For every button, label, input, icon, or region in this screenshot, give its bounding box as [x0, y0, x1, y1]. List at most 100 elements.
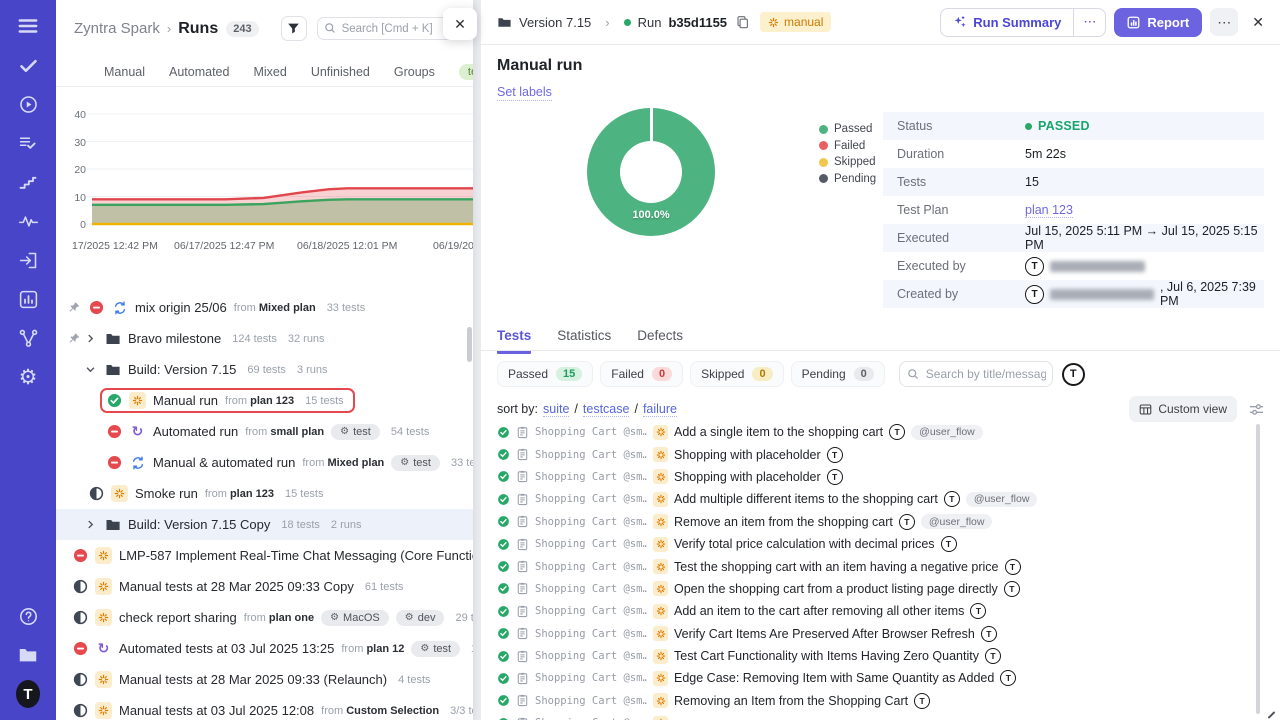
- breadcrumb-version[interactable]: Version 7.15: [519, 15, 591, 30]
- test-row[interactable]: Shopping Cart @sm…Remove an item from th…: [497, 511, 1262, 533]
- chevron-right-icon[interactable]: [85, 519, 96, 530]
- run-group-toggle[interactable]: [82, 364, 98, 375]
- run-list-item[interactable]: Build: Version 7.1569 tests3 runs: [56, 354, 473, 385]
- tests-scrollbar[interactable]: [1256, 424, 1260, 714]
- test-row[interactable]: Shopping Cart @sm…Add an item to the car…: [497, 600, 1262, 622]
- run-plan-name[interactable]: small plan: [270, 426, 324, 438]
- test-row[interactable]: Shopping Cart @sm…Edge Case: Removing It…: [497, 667, 1262, 689]
- tests-search-input[interactable]: [899, 361, 1053, 387]
- status-value: PASSED: [1038, 119, 1090, 133]
- run-summary-button[interactable]: Run Summary: [941, 9, 1073, 36]
- run-group-toggle[interactable]: [82, 519, 98, 530]
- filter-button[interactable]: [281, 16, 307, 41]
- assignee-avatar: T: [981, 626, 997, 642]
- runs-scrollbar[interactable]: [467, 327, 472, 362]
- runs-tab-groups[interactable]: Groups: [394, 65, 435, 79]
- test-plan-link[interactable]: plan 123: [1025, 203, 1073, 218]
- run-list-item[interactable]: Manual tests at 28 Mar 2025 09:33 Copy61…: [56, 571, 473, 602]
- plans-icon[interactable]: [16, 131, 40, 155]
- run-list-item[interactable]: mix origin 25/06from Mixed plan33 tests: [56, 292, 473, 323]
- runs-icon[interactable]: [16, 92, 40, 116]
- run-plan-name[interactable]: plan one: [269, 612, 314, 624]
- analytics-pulse-icon[interactable]: [16, 209, 40, 233]
- run-list-item[interactable]: check report sharingfrom plan one⚙MacOS⚙…: [56, 602, 473, 633]
- chevron-right-icon[interactable]: [85, 333, 96, 344]
- run-plan-name[interactable]: plan 123: [250, 395, 294, 407]
- run-list-item[interactable]: ↻Automated tests at 03 Jul 2025 13:25fro…: [56, 633, 473, 664]
- filter-chip-pending[interactable]: Pending0: [791, 361, 885, 387]
- run-list-item[interactable]: Smoke runfrom plan 12315 tests: [56, 478, 473, 509]
- manual-run-icon: [95, 671, 112, 688]
- filter-chip-failed[interactable]: Failed0: [600, 361, 683, 387]
- sort-link-suite[interactable]: suite: [543, 402, 569, 417]
- custom-view-button[interactable]: Custom view: [1129, 396, 1237, 422]
- sort-link-testcase[interactable]: testcase: [583, 402, 630, 417]
- test-row[interactable]: Shopping Cart @sm…Verify total price cal…: [497, 533, 1262, 555]
- close-panel-button[interactable]: ✕: [443, 8, 477, 40]
- tests-icon[interactable]: [16, 53, 40, 77]
- test-row[interactable]: Shopping Cart @sm…Add a single item to t…: [497, 421, 1262, 443]
- help-icon[interactable]: [16, 604, 40, 628]
- runs-tab-manual[interactable]: Manual: [104, 65, 145, 79]
- run-summary-more-button[interactable]: ⋯: [1073, 9, 1105, 36]
- run-plan-name[interactable]: plan 123: [230, 488, 274, 500]
- assignee-filter-avatar[interactable]: T: [1062, 363, 1085, 386]
- run-plan-name[interactable]: Mixed plan: [259, 302, 316, 314]
- view-settings-icon[interactable]: [1249, 402, 1264, 417]
- run-list-item[interactable]: Manual & automated runfrom Mixed plan⚙te…: [56, 447, 473, 478]
- run-list-item[interactable]: Bravo milestone124 tests32 runs: [56, 323, 473, 354]
- run-list-item[interactable]: ↻Automated runfrom small plan⚙test54 tes…: [56, 416, 473, 447]
- set-labels-link[interactable]: Set labels: [497, 85, 552, 101]
- test-row[interactable]: Shopping Cart @sm…: [497, 712, 1262, 720]
- run-list-item[interactable]: Manual tests at 03 Jul 2025 12:08from Cu…: [56, 695, 473, 720]
- menu-icon[interactable]: [16, 14, 40, 38]
- report-button[interactable]: Report: [1114, 8, 1202, 37]
- test-row[interactable]: Shopping Cart @sm…Open the shopping cart…: [497, 578, 1262, 600]
- branches-icon[interactable]: [16, 326, 40, 350]
- test-row[interactable]: Shopping Cart @sm…Test Cart Functionalit…: [497, 645, 1262, 667]
- test-row[interactable]: Shopping Cart @sm…Verify Cart Items Are …: [497, 623, 1262, 645]
- run-summary-label: Run Summary: [973, 15, 1061, 30]
- projects-folder-icon[interactable]: [16, 643, 40, 667]
- close-detail-button[interactable]: ✕: [1252, 14, 1264, 31]
- manual-hand-icon: [768, 17, 779, 28]
- runs-tab-unfinished[interactable]: Unfinished: [311, 65, 370, 79]
- run-plan-name[interactable]: Custom Selection: [346, 705, 439, 717]
- search-icon: [907, 368, 919, 380]
- manual-run-icon: [653, 447, 668, 462]
- resize-corner[interactable]: [1268, 711, 1276, 719]
- status-in-progress-icon: [73, 703, 88, 718]
- account-avatar[interactable]: T: [16, 682, 40, 706]
- info-value: 15: [1025, 175, 1039, 189]
- sort-link-failure[interactable]: failure: [643, 402, 677, 417]
- runs-tab-mixed[interactable]: Mixed: [253, 65, 286, 79]
- run-plan-name[interactable]: plan 12: [366, 643, 404, 655]
- run-plan-name[interactable]: Mixed plan: [327, 457, 384, 469]
- run-group-toggle[interactable]: [82, 333, 98, 344]
- more-actions-button[interactable]: ⋯: [1210, 8, 1238, 36]
- milestones-icon[interactable]: [16, 170, 40, 194]
- test-row[interactable]: Shopping Cart @sm…Removing an Item from …: [497, 690, 1262, 712]
- testcase-clipboard-icon: [516, 650, 529, 663]
- tabs-divider: [481, 350, 1280, 351]
- filter-chip-skipped[interactable]: Skipped0: [690, 361, 784, 387]
- run-list-item[interactable]: Manual tests at 28 Mar 2025 09:33 (Relau…: [56, 664, 473, 695]
- test-row[interactable]: Shopping Cart @sm…Shopping with placehol…: [497, 443, 1262, 465]
- test-row[interactable]: Shopping Cart @sm…Test the shopping cart…: [497, 555, 1262, 577]
- import-icon[interactable]: [16, 248, 40, 272]
- test-row[interactable]: Shopping Cart @sm…Shopping with placehol…: [497, 466, 1262, 488]
- filter-chip-passed[interactable]: Passed15: [497, 361, 593, 387]
- settings-gear-icon[interactable]: ⚙: [16, 365, 40, 389]
- run-list-item[interactable]: Build: Version 7.15 Copy18 tests2 runs: [56, 509, 473, 540]
- copy-run-id-button[interactable]: [736, 15, 749, 29]
- run-list-item[interactable]: LMP-587 Implement Real-Time Chat Messagi…: [56, 540, 473, 571]
- runs-tab-automated[interactable]: Automated: [169, 65, 229, 79]
- run-list-item[interactable]: Manual runfrom plan 12315 tests: [56, 385, 473, 416]
- breadcrumb-project[interactable]: Zyntra Spark: [74, 20, 160, 37]
- chevron-down-icon[interactable]: [85, 364, 96, 375]
- testcase-clipboard-icon: [516, 426, 529, 439]
- donut-gap: [650, 108, 653, 142]
- tag-badge[interactable]: tes: [459, 64, 473, 80]
- test-row[interactable]: Shopping Cart @sm…Add multiple different…: [497, 488, 1262, 510]
- reports-icon[interactable]: [16, 287, 40, 311]
